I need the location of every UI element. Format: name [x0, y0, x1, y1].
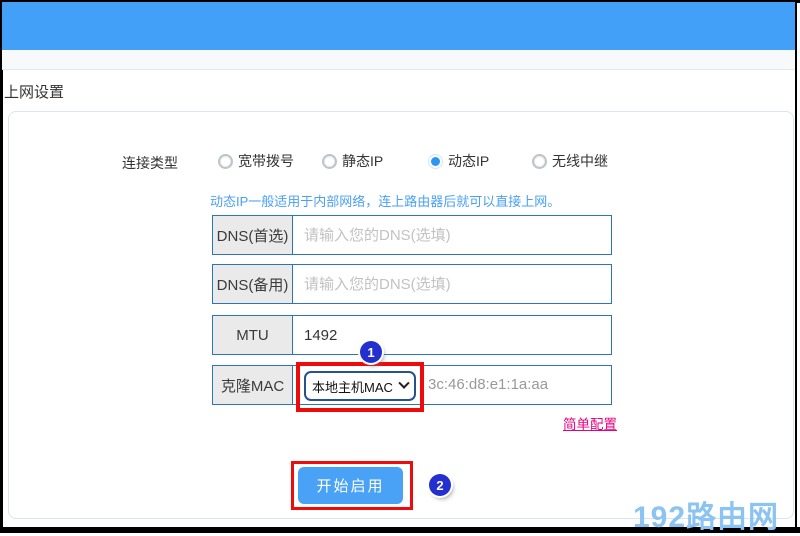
dns-primary-input[interactable] [293, 216, 611, 254]
dns-primary-row: DNS(首选) [212, 215, 612, 255]
radio-dynamic-ip[interactable]: 动态IP [428, 151, 489, 171]
dns-primary-value-cell [293, 216, 611, 254]
mac-address-value: 3c:46:d8:e1:1a:aa [428, 376, 548, 393]
radio-static-ip[interactable]: 静态IP [322, 151, 383, 171]
radio-label: 无线中继 [552, 151, 608, 171]
radio-icon[interactable] [322, 154, 337, 169]
radio-selected-icon[interactable] [428, 154, 443, 169]
header-bar [2, 2, 795, 50]
watermark-192luyu: 192路由网 [633, 492, 779, 536]
mtu-label: MTU [213, 316, 293, 354]
mtu-input[interactable] [293, 316, 611, 354]
annotation-rect-button [291, 461, 413, 510]
mtu-row: MTU [212, 315, 612, 355]
radio-icon[interactable] [218, 154, 233, 169]
radio-label: 宽带拨号 [238, 151, 294, 171]
dns-secondary-row: DNS(备用) [212, 264, 612, 304]
radio-broadband-dial[interactable]: 宽带拨号 [218, 151, 294, 171]
dynamic-ip-hint: 动态IP一般适用于内部网络，连上路由器后就可以直接上网。 [210, 191, 560, 210]
dns-secondary-input[interactable] [293, 265, 611, 303]
step-1-badge: 1 [360, 341, 382, 363]
frame-border-left [0, 0, 3, 533]
radio-icon[interactable] [532, 154, 547, 169]
simple-config-link[interactable]: 简单配置 [563, 413, 617, 433]
radio-label: 静态IP [342, 151, 383, 171]
connection-type-label: 连接类型 [122, 153, 178, 173]
dns-primary-label: DNS(首选) [213, 216, 293, 254]
radio-label: 动态IP [448, 151, 489, 171]
dns-secondary-value-cell [293, 265, 611, 303]
page-title: 上网设置 [4, 81, 64, 102]
dns-secondary-label: DNS(备用) [213, 265, 293, 303]
mtu-value-cell [293, 316, 611, 354]
clone-mac-label: 克隆MAC [213, 366, 293, 404]
radio-wireless-relay[interactable]: 无线中继 [532, 151, 608, 171]
subheader-strip [2, 50, 795, 70]
annotation-rect-select [296, 362, 424, 412]
frame-border-right [795, 0, 797, 533]
step-2-badge: 2 [429, 474, 451, 496]
